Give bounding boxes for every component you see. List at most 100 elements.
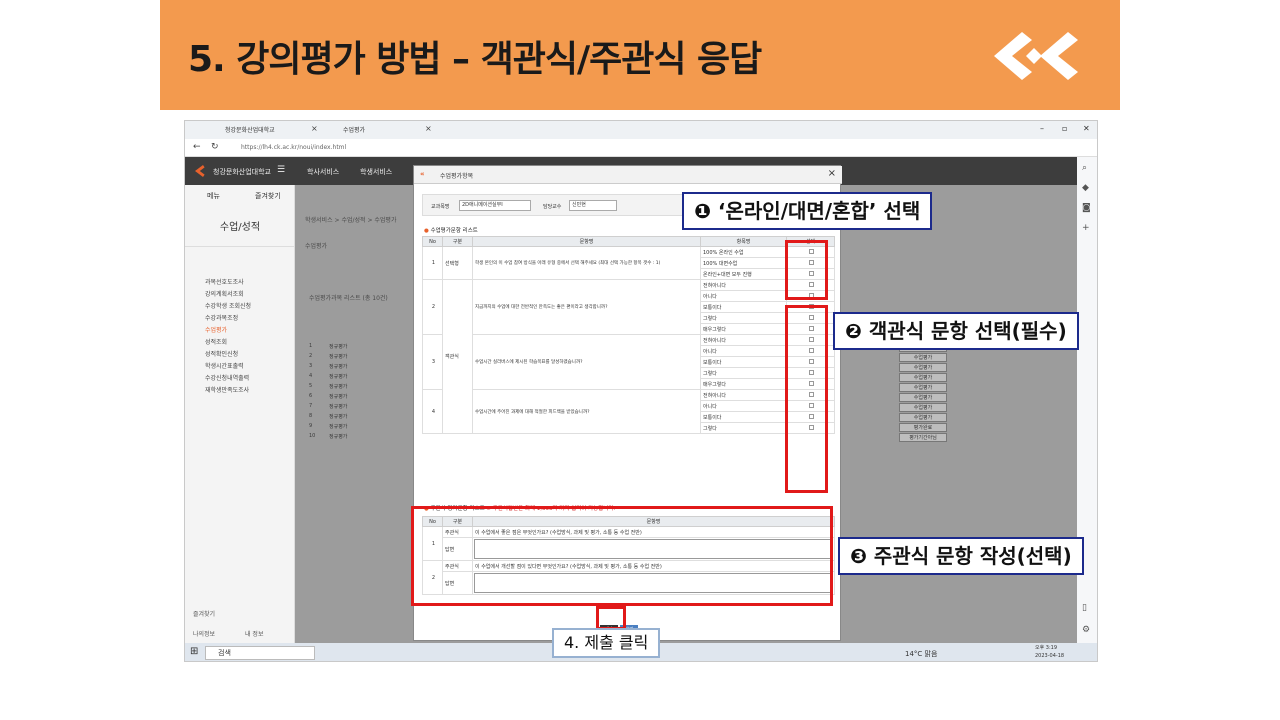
bg-list-title: 수업평가과목 리스트 (총 10건) [309,295,388,302]
add-icon[interactable]: + [1082,223,1090,233]
option-label: 아니다 [700,290,787,302]
sidebar-bottom-profile[interactable]: 내 정보 [245,629,263,638]
option-label: 그렇다 [700,312,787,324]
item-question: 수업시간에 주어진 과제에 대해 적절한 피드백을 받았습니까? [472,389,701,434]
item-no: 3 [422,334,443,390]
sidebar-bottom-favorites[interactable]: 즐겨찾기 [193,609,215,618]
highlight-step3 [411,506,833,606]
option-label: 전혀아니다 [700,389,787,401]
search-icon[interactable]: ⌕ [1082,163,1087,173]
option-label: 100% 온라인 수업 [700,246,787,258]
sidebar-item[interactable]: 재학생만족도조사 [205,385,251,397]
prof-field[interactable]: 신민현 [569,200,617,211]
outlook-icon[interactable]: ◙ [1082,203,1091,213]
sidebar-item[interactable]: 강의계획서조회 [205,289,251,301]
page-title: 수업평가 [305,243,328,250]
table-row: 1 선택형 학생 본인의 이 수업 참여 방식을 아래 유형 중에서 선택 해주… [422,246,835,280]
sidebar-toggle-icon[interactable]: ▯ [1082,603,1087,613]
subject-label: 교과목명 [431,204,450,210]
shopping-icon[interactable]: ◆ [1082,183,1089,193]
weather-text: 14°C 맑음 [905,650,938,658]
option-label: 매우그렇다 [700,323,787,335]
modal-close-icon[interactable]: × [828,168,836,179]
table-row: 4 수업시간에 주어진 과제에 대해 적절한 피드백을 받았습니까? 전혀아니다 [422,389,835,434]
highlight-step4 [596,606,626,630]
maximize-icon[interactable]: ▫ [1062,124,1067,133]
option-label: 그렇다 [700,422,787,434]
browser-tab-1[interactable]: 청강문화산업대학교 [207,124,275,137]
objective-table: No 구분 문항명 항목명 선택 1 선택형 학생 본인의 이 수업 참여 방식… [422,236,835,434]
back-icon[interactable]: ← [193,142,201,152]
slide-header: 5. 강의평가 방법 – 객관식/주관식 응답 [160,0,1120,110]
callout-step4: 4. 제출 클릭 [552,628,661,658]
breadcrumb: 학생서비스 > 수업/성적 > 수업평가 [305,217,397,224]
item-question: 지금까지의 수업에 대한 전반적인 만족도는 좋은 편이라고 생각합니까? [472,279,701,335]
window-close-icon[interactable]: ✕ [1083,124,1090,133]
sidebar-item-active[interactable]: 수업평가 [205,325,251,337]
browser-tabbar: 청강문화산업대학교 × 수업평가 × – ▫ ✕ [185,121,1097,139]
taskbar-search[interactable]: 검색 [205,646,315,660]
option-label: 그렇다 [700,367,787,379]
settings-icon[interactable]: ⚙ [1082,625,1090,635]
item-question: 학생 본인의 이 수업 참여 방식을 아래 유형 중에서 선택 해주세요 (최대… [472,246,701,280]
menu-item-academic[interactable]: 학사서비스 [307,167,339,177]
col-kind: 구분 [442,236,473,247]
school-name: 청강문화산업대학교 [213,168,271,176]
subject-field[interactable]: 2D애니메이션실무Ⅰ [459,200,531,211]
clock-time: 오후 3:19 [1035,645,1058,651]
callout-step1: ❶ ‘온라인/대면/혼합’ 선택 [682,192,933,230]
sidebar-item[interactable]: 수강학생 조회신청 [205,301,251,313]
option-label: 매우그렇다 [700,378,787,390]
sidebar-header: 수업/성적 [185,209,295,247]
item-kind: 선택형 [442,246,473,280]
slide: 5. 강의평가 방법 – 객관식/주관식 응답 청강문화산업대학교 × 수업평가… [0,0,1280,720]
minimize-icon[interactable]: – [1040,124,1044,133]
close-icon[interactable]: × [311,124,318,133]
item-kind-objective: 객관식 [442,279,473,434]
table-header-row: No 구분 문항명 항목명 선택 [422,236,835,247]
callout-step2: ❷ 객관식 문항 선택(필수) [833,312,1079,350]
sidebar-item[interactable]: 성적조회 [205,337,251,349]
option-label: 전혀아니다 [700,279,787,291]
sidebar-item[interactable]: 수강신청내역출력 [205,373,251,385]
sidebar-item[interactable]: 과목선호도조사 [205,277,251,289]
sidebar-item[interactable]: 수강과목조정 [205,313,251,325]
sidebar-list: 과목선호도조사 강의계획서조회 수강학생 조회신청 수강과목조정 수업평가 성적… [205,277,251,397]
sidebar-item[interactable]: 성적확인신청 [205,349,251,361]
windows-start-icon[interactable]: ⊞ [190,646,198,657]
item-no: 1 [422,246,443,280]
col-no: No [422,236,443,247]
item-no: 4 [422,389,443,434]
item-question: 수업시간 실라버스에 제시된 학습목표를 달성하였습니까? [472,334,701,390]
close-icon[interactable]: × [425,124,432,133]
sidebar-bottom-myinfo[interactable]: 나의정보 [193,629,215,638]
address-bar: ← ↻ https://lh4.ck.ac.kr/noui/index.html [185,139,1097,157]
school-logo-icon [195,165,205,177]
clock-date: 2023-04-18 [1035,653,1065,659]
sidebar-tab-menu[interactable]: 메뉴 [207,191,220,201]
callout-step3: ❸ 주관식 문항 작성(선택) [838,537,1084,575]
menu-item-student[interactable]: 학생서비스 [360,167,392,177]
option-label: 아니다 [700,345,787,357]
ck-logo-icon [994,32,1078,80]
prof-label: 담당교수 [543,204,562,210]
option-label: 온라인+대면 모두 진행 [700,268,787,280]
sidebar: 메뉴 즐겨찾기 수업/성적 과목선호도조사 강의계획서조회 수강학생 조회신청 … [185,185,295,643]
refresh-icon[interactable]: ↻ [211,142,219,152]
highlight-step2 [785,305,828,493]
url-field[interactable]: https://lh4.ck.ac.kr/noui/index.html [241,144,346,151]
modal-title: 수업평가항목 [440,173,474,180]
sidebar-item[interactable]: 학생시간표출력 [205,361,251,373]
option-label: 100% 대면수업 [700,257,787,269]
eval-list-title: ● 수업평가문항 리스트 [424,228,478,234]
hamburger-icon[interactable]: ☰ [277,165,285,175]
col-option: 항목명 [700,236,787,247]
slide-title: 5. 강의평가 방법 – 객관식/주관식 응답 [188,39,762,80]
sidebar-tab-favorites[interactable]: 즐겨찾기 [255,191,281,201]
option-label: 보통이다 [700,411,787,423]
table-row: 3 수업시간 실라버스에 제시된 학습목표를 달성하였습니까? 전혀아니다 [422,334,835,390]
modal-titlebar: « 수업평가항목 × [414,166,842,184]
table-row: 2 객관식 지금까지의 수업에 대한 전반적인 만족도는 좋은 편이라고 생각합… [422,279,835,434]
option-label: 보통이다 [700,301,787,313]
browser-tab-2[interactable]: 수업평가 [325,124,365,137]
